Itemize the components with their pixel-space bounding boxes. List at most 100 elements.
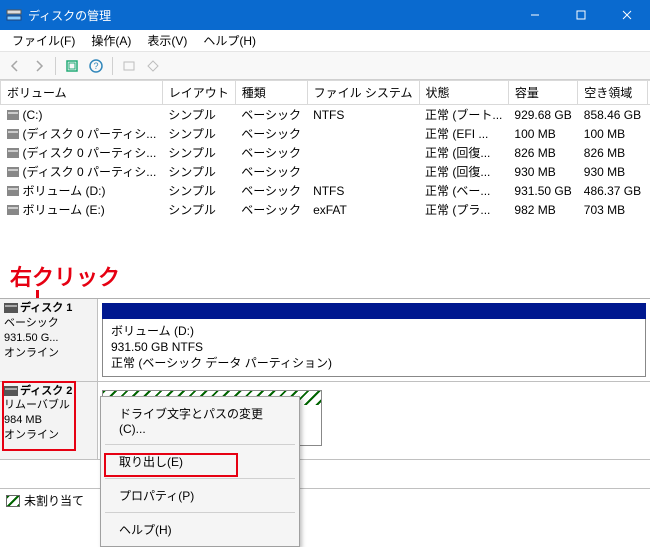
ctx-separator bbox=[105, 512, 295, 513]
vol-cap: 982 MB bbox=[508, 200, 577, 219]
disk1-header[interactable]: ディスク 1 ベーシック 931.50 G... オンライン bbox=[0, 299, 98, 381]
disk2-kind: リムーバブル bbox=[4, 398, 93, 413]
disk1-name: ディスク 1 bbox=[20, 301, 72, 316]
vol-status: 正常 (ブート... bbox=[419, 105, 508, 125]
table-row[interactable]: (ディスク 0 パーティシ...シンプルベーシック正常 (EFI ...100 … bbox=[1, 124, 650, 143]
ctx-change-drive-letter[interactable]: ドライブ文字とパスの変更(C)... bbox=[101, 399, 299, 442]
volume-table: ボリューム レイアウト 種類 ファイル システム 状態 容量 空き領域 空き領域… bbox=[0, 80, 650, 219]
disk-map: ディスク 1 ベーシック 931.50 G... オンライン ボリューム (D:… bbox=[0, 298, 650, 512]
vol-name: (ディスク 0 パーティシ... bbox=[23, 163, 157, 180]
disk2-row: ディスク 2 リムーバブル 984 MB オンライン bbox=[0, 382, 650, 460]
vol-layout: シンプル bbox=[162, 162, 235, 181]
menu-view[interactable]: 表示(V) bbox=[139, 30, 195, 51]
col-status[interactable]: 状態 bbox=[419, 81, 508, 105]
col-capacity[interactable]: 容量 bbox=[508, 81, 577, 105]
vol-free: 826 MB bbox=[578, 143, 647, 162]
disk1-kind: ベーシック bbox=[4, 316, 93, 331]
annotation-label: 右クリック bbox=[10, 265, 120, 290]
col-layout[interactable]: レイアウト bbox=[162, 81, 235, 105]
vol-type: ベーシック bbox=[235, 181, 307, 200]
vol-cap: 931.50 GB bbox=[508, 181, 577, 200]
disk1-partition[interactable]: ボリューム (D:) 931.50 GB NTFS 正常 (ベーシック データ … bbox=[102, 319, 646, 377]
titlebar: ディスクの管理 bbox=[0, 0, 650, 30]
menu-action[interactable]: 操作(A) bbox=[83, 30, 139, 51]
vol-type: ベーシック bbox=[235, 162, 307, 181]
vol-name: (ディスク 0 パーティシ... bbox=[23, 144, 157, 161]
vol-status: 正常 (回復... bbox=[419, 143, 508, 162]
vol-status: 正常 (プラ... bbox=[419, 200, 508, 219]
forward-button[interactable] bbox=[28, 55, 50, 77]
vol-layout: シンプル bbox=[162, 105, 235, 125]
disk-icon bbox=[4, 303, 18, 313]
disk2-state: オンライン bbox=[4, 428, 93, 443]
close-button[interactable] bbox=[604, 0, 650, 30]
settings-button[interactable] bbox=[118, 55, 140, 77]
volume-icon bbox=[7, 129, 19, 139]
vol-cap: 930 MB bbox=[508, 162, 577, 181]
col-fs[interactable]: ファイル システム bbox=[307, 81, 419, 105]
disk1-state: オンライン bbox=[4, 346, 93, 361]
col-type[interactable]: 種類 bbox=[235, 81, 307, 105]
vol-fs: exFAT bbox=[307, 200, 419, 219]
legend-unallocated: 未割り当て bbox=[24, 492, 84, 509]
vol-free: 858.46 GB bbox=[578, 105, 647, 125]
disk1-part-line2: 931.50 GB NTFS bbox=[111, 339, 637, 355]
disk1-part-title: ボリューム (D:) bbox=[111, 323, 637, 339]
disk2-size: 984 MB bbox=[4, 413, 93, 428]
col-volume[interactable]: ボリューム bbox=[1, 81, 163, 105]
action-button[interactable] bbox=[142, 55, 164, 77]
vol-cap: 100 MB bbox=[508, 124, 577, 143]
disk1-part-line3: 正常 (ベーシック データ パーティション) bbox=[111, 355, 637, 371]
ctx-properties[interactable]: プロパティ(P) bbox=[101, 481, 299, 510]
vol-name: ボリューム (D:) bbox=[23, 182, 106, 199]
ctx-eject[interactable]: 取り出し(E) bbox=[101, 447, 299, 476]
table-header-row: ボリューム レイアウト 種類 ファイル システム 状態 容量 空き領域 空き領域… bbox=[1, 81, 650, 105]
volume-icon bbox=[7, 186, 19, 196]
vol-fs bbox=[307, 162, 419, 181]
vol-layout: シンプル bbox=[162, 124, 235, 143]
vol-type: ベーシック bbox=[235, 124, 307, 143]
context-menu: ドライブ文字とパスの変更(C)... 取り出し(E) プロパティ(P) ヘルプ(… bbox=[100, 396, 300, 547]
vol-layout: シンプル bbox=[162, 181, 235, 200]
disk1-partitions: ボリューム (D:) 931.50 GB NTFS 正常 (ベーシック データ … bbox=[98, 299, 650, 381]
volume-icon bbox=[7, 167, 19, 177]
unallocated-swatch-icon bbox=[6, 495, 20, 507]
disk1-size: 931.50 G... bbox=[4, 331, 93, 346]
vol-layout: シンプル bbox=[162, 200, 235, 219]
ctx-separator bbox=[105, 478, 295, 479]
col-free[interactable]: 空き領域 bbox=[578, 81, 647, 105]
vol-type: ベーシック bbox=[235, 143, 307, 162]
vol-cap: 929.68 GB bbox=[508, 105, 577, 125]
vol-name: ボリューム (E:) bbox=[23, 201, 105, 218]
menubar: ファイル(F) 操作(A) 表示(V) ヘルプ(H) bbox=[0, 30, 650, 52]
vol-free: 930 MB bbox=[578, 162, 647, 181]
ctx-separator bbox=[105, 444, 295, 445]
volume-icon bbox=[7, 205, 19, 215]
vol-free: 100 MB bbox=[578, 124, 647, 143]
toolbar: ? bbox=[0, 52, 650, 80]
vol-fs: NTFS bbox=[307, 181, 419, 200]
menu-file[interactable]: ファイル(F) bbox=[4, 30, 83, 51]
back-button[interactable] bbox=[4, 55, 26, 77]
maximize-button[interactable] bbox=[558, 0, 604, 30]
table-row[interactable]: (ディスク 0 パーティシ...シンプルベーシック正常 (回復...930 MB… bbox=[1, 162, 650, 181]
disk1-row: ディスク 1 ベーシック 931.50 G... オンライン ボリューム (D:… bbox=[0, 299, 650, 382]
volume-icon bbox=[7, 110, 19, 120]
vol-cap: 826 MB bbox=[508, 143, 577, 162]
vol-type: ベーシック bbox=[235, 105, 307, 125]
minimize-button[interactable] bbox=[512, 0, 558, 30]
help-button[interactable]: ? bbox=[85, 55, 107, 77]
menu-help[interactable]: ヘルプ(H) bbox=[195, 30, 264, 51]
table-row[interactable]: (C:)シンプルベーシックNTFS正常 (ブート...929.68 GB858.… bbox=[1, 105, 650, 125]
table-row[interactable]: (ディスク 0 パーティシ...シンプルベーシック正常 (回復...826 MB… bbox=[1, 143, 650, 162]
vol-free: 486.37 GB bbox=[578, 181, 647, 200]
vol-status: 正常 (ベー... bbox=[419, 181, 508, 200]
table-row[interactable]: ボリューム (D:) シンプルベーシックNTFS正常 (ベー...931.50 G… bbox=[1, 181, 650, 200]
table-row[interactable]: ボリューム (E:)シンプルベーシックexFAT正常 (プラ...982 MB7… bbox=[1, 200, 650, 219]
disk2-header[interactable]: ディスク 2 リムーバブル 984 MB オンライン bbox=[0, 382, 98, 459]
refresh-button[interactable] bbox=[61, 55, 83, 77]
vol-name: (C:) bbox=[23, 108, 43, 122]
ctx-help[interactable]: ヘルプ(H) bbox=[101, 515, 299, 544]
window-title: ディスクの管理 bbox=[28, 7, 111, 24]
vol-status: 正常 (EFI ... bbox=[419, 124, 508, 143]
